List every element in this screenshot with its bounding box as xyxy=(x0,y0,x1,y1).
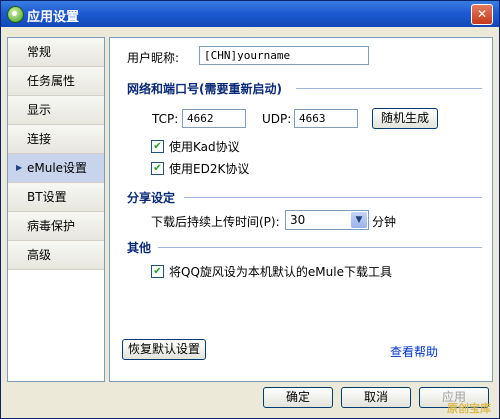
close-button[interactable]: ✕ xyxy=(471,4,493,25)
ok-button[interactable]: 确定 xyxy=(263,387,333,408)
default-tool-label: 将QQ旋风设为本机默认的eMule下载工具 xyxy=(169,265,392,279)
share-section-title: 分享设定 xyxy=(127,191,176,205)
udp-port-input[interactable]: 4663 xyxy=(294,109,358,128)
other-section-title: 其他 xyxy=(127,241,152,255)
other-section-divider xyxy=(158,247,482,248)
sidebar-item-display[interactable]: 显示 xyxy=(8,96,104,125)
sidebar-item-general[interactable]: 常规 xyxy=(8,38,104,67)
nickname-input[interactable]: [CHN]yourname xyxy=(199,46,369,65)
sidebar-item-label: eMule设置 xyxy=(27,161,88,175)
kad-checkbox[interactable]: ✔ xyxy=(151,140,164,153)
tcp-port-input[interactable]: 4662 xyxy=(182,109,246,128)
tcp-label: TCP: xyxy=(152,112,179,126)
title-bar: 应用设置 ✕ xyxy=(1,1,499,27)
window-title: 应用设置 xyxy=(27,10,80,25)
upload-time-select[interactable]: 30 ▼ xyxy=(285,210,369,230)
upload-time-value: 30 xyxy=(290,213,306,227)
sidebar-item-connection[interactable]: 连接 xyxy=(8,125,104,154)
cancel-button[interactable]: 取消 xyxy=(341,387,411,408)
ed2k-label: 使用ED2K协议 xyxy=(169,162,250,176)
nickname-label: 用户昵称: xyxy=(127,51,180,65)
udp-label: UDP: xyxy=(262,112,292,126)
network-section-divider xyxy=(296,88,482,89)
upload-time-label: 下载后持续上传时间(P): xyxy=(151,215,280,229)
kad-label: 使用Kad协议 xyxy=(169,140,240,154)
sidebar-item-bt-settings[interactable]: BT设置 xyxy=(8,183,104,212)
network-section-title: 网络和端口号(需要重新启动) xyxy=(127,82,282,96)
sidebar-item-task-properties[interactable]: 任务属性 xyxy=(8,67,104,96)
sidebar-nav: 常规 任务属性 显示 连接 ▶ eMule设置 BT设置 病毒保护 高级 xyxy=(7,37,105,382)
default-tool-checkbox[interactable]: ✔ xyxy=(151,265,164,278)
minutes-unit-label: 分钟 xyxy=(372,215,397,229)
ed2k-checkbox[interactable]: ✔ xyxy=(151,162,164,175)
settings-window: 应用设置 ✕ 常规 任务属性 显示 连接 ▶ eMule设置 BT设置 病毒保护… xyxy=(0,0,500,419)
app-logo-icon xyxy=(7,6,24,23)
random-port-button[interactable]: 随机生成 xyxy=(372,108,438,129)
share-section-divider xyxy=(184,197,482,198)
chevron-down-icon[interactable]: ▼ xyxy=(351,212,367,228)
settings-panel: 用户昵称: [CHN]yourname 网络和端口号(需要重新启动) TCP: … xyxy=(109,37,493,382)
help-link[interactable]: 查看帮助 xyxy=(390,343,438,360)
restore-defaults-button[interactable]: 恢复默认设置 xyxy=(122,339,206,360)
sidebar-item-virus-protection[interactable]: 病毒保护 xyxy=(8,212,104,241)
selected-arrow-icon: ▶ xyxy=(16,163,23,172)
watermark: 原创宝库 xyxy=(447,402,491,415)
sidebar-item-advanced[interactable]: 高级 xyxy=(8,241,104,270)
sidebar-item-emule-settings[interactable]: ▶ eMule设置 xyxy=(8,154,104,183)
